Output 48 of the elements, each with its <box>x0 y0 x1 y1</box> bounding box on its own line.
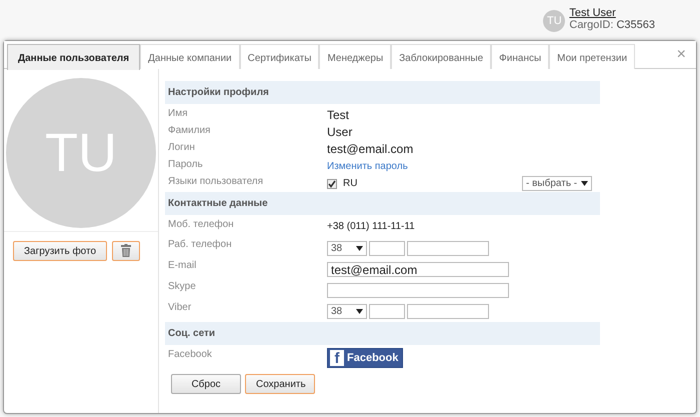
section-header: Контактные данные <box>165 192 600 215</box>
field-label: Skype <box>167 280 197 294</box>
tab[interactable]: Данные пользователя <box>7 44 140 70</box>
country-code-dropdown[interactable]: 38 <box>327 304 367 319</box>
field-label: Моб. телефон <box>167 218 235 232</box>
trash-icon <box>121 244 132 258</box>
tab[interactable]: Заблокированные <box>391 44 492 69</box>
field-value: +38 (011) 111-11-11 <box>327 220 415 234</box>
country-code-dropdown[interactable]: 38 <box>327 241 367 256</box>
field-label: Раб. телефон <box>167 238 233 252</box>
checkbox-label: RU <box>343 177 358 191</box>
section-header: Настройки профиля <box>165 81 600 104</box>
field-label: Viber <box>167 301 192 315</box>
field-label: E-mail <box>167 259 198 273</box>
dropdown-arrow-icon <box>356 309 363 314</box>
field-label: Имя <box>167 107 188 121</box>
area-code-field[interactable] <box>369 241 405 256</box>
checkbox[interactable] <box>327 178 337 188</box>
upload-photo-button[interactable]: Загрузить фото <box>13 241 108 261</box>
language-dropdown[interactable]: - выбрать - <box>522 176 592 191</box>
field-value: Test <box>327 107 350 124</box>
area-code-field[interactable] <box>369 304 405 319</box>
field-label: Фамилия <box>167 124 212 138</box>
tab[interactable]: Менеджеры <box>319 44 392 69</box>
cargo-id: CargoID: C35563 <box>569 19 655 32</box>
phone-number-field[interactable] <box>407 241 489 256</box>
phone-number-field[interactable] <box>407 304 489 319</box>
field-label: Пароль <box>167 158 204 172</box>
delete-button[interactable] <box>112 241 140 261</box>
field-label: Языки пользователя <box>167 175 264 189</box>
field-label: Facebook <box>167 348 213 362</box>
tab[interactable]: Сертификаты <box>240 44 320 69</box>
text-field[interactable]: test@email.com <box>327 262 509 277</box>
dropdown-arrow-icon <box>581 181 588 186</box>
tab[interactable]: Финансы <box>491 44 550 69</box>
change-password-link[interactable]: Изменить пароль <box>327 159 408 174</box>
reset-button[interactable]: Сброс <box>171 374 241 394</box>
dropdown-arrow-icon <box>356 246 363 251</box>
facebook-button[interactable]: f Facebook <box>327 348 404 368</box>
tab[interactable]: Мои претензии <box>549 44 636 69</box>
field-value: User <box>327 124 352 141</box>
text-field[interactable] <box>327 283 509 298</box>
save-button[interactable]: Сохранить <box>245 374 315 394</box>
tab[interactable]: Данные компании <box>140 44 240 69</box>
user-name-link[interactable]: Test User <box>569 7 655 19</box>
section-header: Соц. сети <box>165 322 600 345</box>
field-label: Логин <box>167 141 196 155</box>
field-value: test@email.com <box>327 141 414 158</box>
